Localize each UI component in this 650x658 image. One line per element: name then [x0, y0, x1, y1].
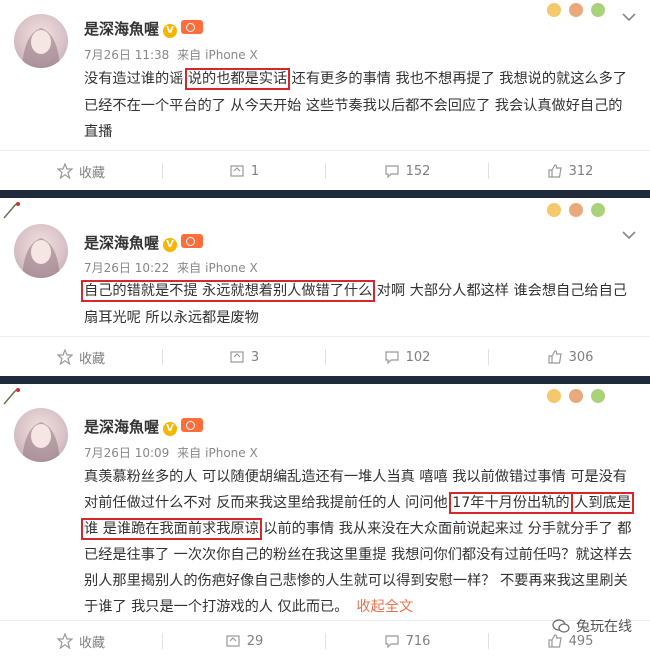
repost-count: 1: [250, 163, 260, 179]
highlighted-text: 17年十月份出轨的: [449, 492, 573, 514]
author-name-text[interactable]: 是深海魚喔: [84, 418, 159, 436]
post-meta: 7月26日 10:09 来自 iPhone X: [84, 444, 262, 461]
post-text: 真羡慕粉丝多的人 可以随便胡编乱造还有一堆人当真 嘻嘻 我以前做错过事情 可是没…: [81, 464, 636, 620]
action-bar: 收藏 1 152 312: [0, 150, 650, 190]
post-device: iPhone X: [205, 261, 258, 275]
wechat-icon: [552, 619, 570, 633]
repost-button[interactable]: 1: [163, 151, 325, 191]
collapse-full-text-link[interactable]: 收起全文: [356, 599, 413, 615]
action-bar: 收藏 3 102 306: [0, 336, 650, 376]
comment-icon: [384, 635, 399, 649]
level-badge-icon: [181, 418, 204, 432]
author-name[interactable]: 是深海魚喔 V: [84, 416, 204, 437]
favorite-button[interactable]: 收藏: [0, 337, 162, 377]
emoji-decoration: [547, 3, 605, 17]
favorite-label: 收藏: [78, 635, 105, 651]
weibo-post-1: 是深海魚喔 V 7月26日 11:38 来自 iPhone X 没有造过谁的谣 说的…: [0, 0, 650, 190]
post-source-prefix: 来自: [177, 446, 202, 460]
avatar[interactable]: [14, 408, 68, 462]
comment-count: 102: [405, 349, 431, 365]
author-name[interactable]: 是深海魚喔 V: [84, 232, 204, 253]
watermark: 兔玩在线: [552, 616, 632, 636]
verified-badge: V: [163, 238, 178, 252]
highlighted-text: 自己的错就是不提 永远就想着别人做错了什么: [80, 280, 376, 302]
repost-button[interactable]: 3: [163, 337, 325, 377]
comment-button[interactable]: 102: [326, 337, 488, 377]
post-text: 自己的错就是不提 永远就想着别人做错了什么 对啊 大部分人都这样 谁会想自己给自…: [80, 278, 636, 331]
emoji-decoration: [547, 389, 605, 403]
comment-icon: [384, 351, 399, 365]
pine-branch-decoration: [3, 202, 20, 219]
favorite-icon: [56, 633, 73, 649]
emoji-decoration: [547, 203, 605, 217]
post-date[interactable]: 7月26日 11:38: [84, 48, 169, 62]
favorite-label: 收藏: [78, 351, 105, 367]
level-badge-icon: [181, 20, 204, 34]
highlighted-text: 说的也都是实话: [184, 68, 291, 90]
post-text: 没有造过谁的谣 说的也都是实话 还有更多的事情 我也不想再提了 我想说的就这么多…: [84, 66, 636, 146]
repost-count: 29: [246, 633, 264, 649]
favorite-button[interactable]: 收藏: [0, 621, 162, 658]
post-device: iPhone X: [205, 446, 258, 460]
post-source-prefix: 来自: [177, 48, 202, 62]
comment-count: 716: [405, 633, 431, 649]
repost-count: 3: [250, 349, 260, 365]
level-badge-icon: [181, 234, 204, 248]
chevron-down-icon[interactable]: [622, 12, 636, 22]
favorite-icon: [56, 349, 73, 365]
comment-button[interactable]: 152: [326, 151, 488, 191]
author-name[interactable]: 是深海魚喔 V: [84, 18, 204, 39]
repost-icon: [226, 635, 240, 647]
watermark-text: 兔玩在线: [576, 619, 632, 635]
post-separator: [0, 376, 650, 384]
repost-icon: [230, 351, 244, 363]
repost-icon: [230, 165, 244, 177]
favorite-button[interactable]: 收藏: [0, 151, 162, 191]
post-text-part: 没有造过谁的谣: [84, 71, 188, 87]
post-date[interactable]: 7月26日 10:09: [84, 446, 169, 460]
avatar[interactable]: [14, 14, 68, 68]
like-icon: [547, 164, 562, 178]
post-separator: [0, 190, 650, 198]
chevron-down-icon[interactable]: [622, 230, 636, 240]
post-date[interactable]: 7月26日 10:22: [84, 261, 169, 275]
verified-badge: V: [163, 24, 178, 38]
like-count: 312: [568, 163, 594, 179]
post-source-prefix: 来自: [177, 261, 202, 275]
avatar[interactable]: [14, 224, 68, 278]
weibo-post-3: 是深海魚喔 V 7月26日 10:09 来自 iPhone X 真羡慕粉丝多的人 可…: [0, 384, 650, 658]
author-name-text[interactable]: 是深海魚喔: [84, 234, 159, 252]
repost-button[interactable]: 29: [163, 621, 325, 658]
post-meta: 7月26日 10:22 来自 iPhone X: [84, 259, 262, 276]
weibo-post-2: 是深海魚喔 V 7月26日 10:22 来自 iPhone X 自己的错就是不提 永…: [0, 198, 650, 376]
comment-button[interactable]: 716: [326, 621, 488, 658]
like-icon: [547, 350, 562, 364]
like-button[interactable]: 306: [489, 337, 650, 377]
comment-icon: [384, 165, 399, 179]
like-button[interactable]: 312: [489, 151, 650, 191]
verified-badge: V: [163, 422, 178, 436]
comment-count: 152: [405, 163, 431, 179]
post-meta: 7月26日 11:38 来自 iPhone X: [84, 46, 262, 63]
like-count: 306: [568, 349, 594, 365]
favorite-label: 收藏: [78, 165, 105, 181]
favorite-icon: [56, 163, 73, 179]
post-device: iPhone X: [205, 48, 258, 62]
pine-branch-decoration: [3, 388, 20, 405]
author-name-text[interactable]: 是深海魚喔: [84, 20, 159, 38]
